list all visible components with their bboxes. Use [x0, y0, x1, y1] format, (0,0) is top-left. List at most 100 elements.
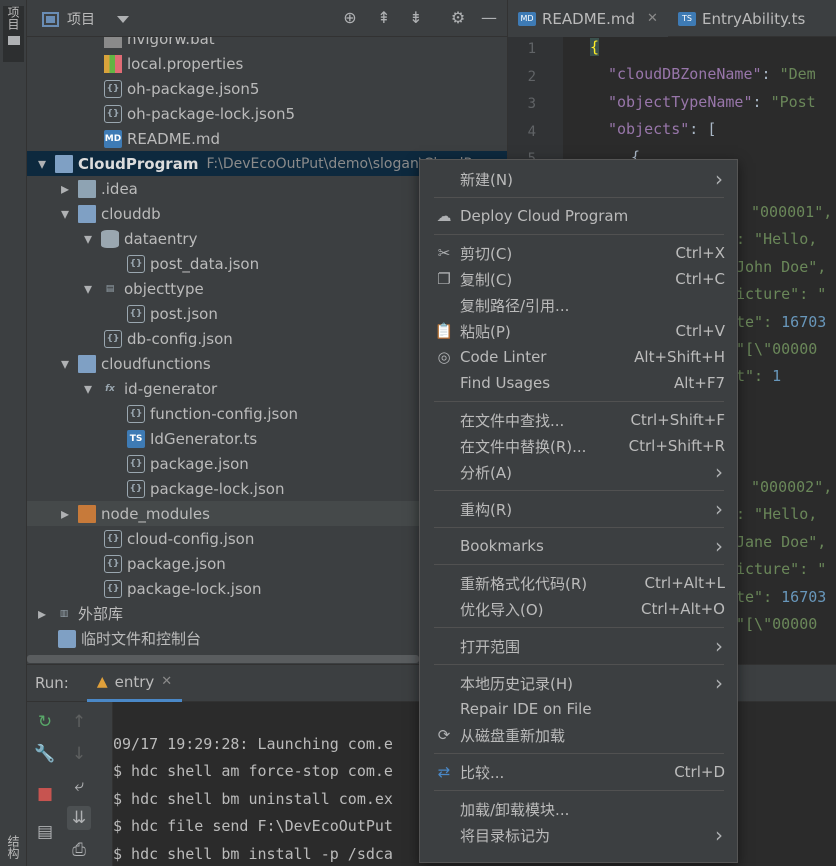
project-tool-tab[interactable]: 项目: [3, 6, 24, 62]
code-line: : "Hello,: [736, 230, 817, 248]
menu-item[interactable]: 优化导入(O) Ctrl+Alt+O: [420, 596, 737, 622]
excluded-folder-icon: [78, 504, 96, 523]
menu-item[interactable]: 加载/卸载模块...: [420, 796, 737, 822]
chevron-right-icon: ›: [715, 460, 723, 484]
library-icon: ▥: [59, 608, 69, 619]
folder-icon: [7, 36, 20, 45]
tree-node[interactable]: MD README.md: [27, 126, 507, 151]
settings-icon[interactable]: ⚙: [448, 8, 468, 28]
menu-item[interactable]: ✂ 剪切(C) Ctrl+X: [420, 240, 737, 266]
horizontal-scrollbar[interactable]: [27, 655, 419, 663]
tree-node-label: CloudProgram: [78, 154, 199, 173]
chevron-right-icon[interactable]: ▸: [58, 504, 72, 523]
rerun-icon[interactable]: ↻: [33, 710, 57, 734]
tab-readme-label: README.md: [542, 9, 636, 28]
soft-wrap-icon[interactable]: ⤶: [67, 774, 91, 798]
tree-node[interactable]: local.properties: [27, 51, 507, 76]
menu-item[interactable]: 复制路径/引用...: [420, 292, 737, 318]
expand-all-icon[interactable]: ⇞: [374, 8, 394, 28]
tree-node-label: dataentry: [124, 229, 198, 248]
chevron-down-icon: [117, 15, 129, 23]
chevron-right-icon: ›: [715, 823, 723, 847]
print-icon[interactable]: ⎙: [67, 838, 91, 862]
menu-separator: [434, 664, 724, 665]
tree-node-label: 临时文件和控制台: [81, 630, 202, 648]
menu-item[interactable]: ◎ Code Linter Alt+Shift+H: [420, 344, 737, 370]
code-line: {: [590, 38, 600, 56]
reload-icon: ⟳: [437, 726, 451, 744]
chevron-right-icon: ›: [715, 497, 723, 521]
left-tool-strip: 项目 结构: [0, 0, 27, 866]
up-icon[interactable]: ↑: [67, 710, 91, 734]
menu-item-label: Bookmarks: [460, 537, 544, 555]
editor-tab-bar: MD README.md ✕ TS EntryAbility.ts: [508, 0, 836, 37]
hide-icon[interactable]: —: [479, 8, 499, 28]
tab-entryability[interactable]: TS EntryAbility.ts: [668, 0, 836, 37]
menu-item[interactable]: 将目录标记为 ›: [420, 822, 737, 848]
code-line: icture": ": [736, 285, 826, 303]
menu-item[interactable]: ☁ Deploy Cloud Program: [420, 203, 737, 229]
collapse-all-icon[interactable]: ⇟: [406, 8, 426, 28]
stop-icon[interactable]: ■: [33, 782, 57, 806]
chevron-right-icon[interactable]: ▸: [35, 604, 49, 623]
close-icon[interactable]: ✕: [161, 674, 172, 689]
tree-node-label: node_modules: [101, 504, 210, 523]
menu-item-label: 剪切(C): [460, 244, 513, 263]
menu-item[interactable]: ❐ 复制(C) Ctrl+C: [420, 266, 737, 292]
code-token: : "Hello,: [736, 505, 818, 523]
menu-item[interactable]: ⟳ 从磁盘重新加载: [420, 722, 737, 748]
menu-item[interactable]: 分析(A) ›: [420, 459, 737, 485]
code-token: {: [590, 38, 600, 56]
chevron-right-icon[interactable]: ▸: [58, 179, 72, 198]
chevron-down-icon[interactable]: ▾: [81, 229, 95, 248]
tree-node[interactable]: {} oh-package.json5: [27, 76, 507, 101]
chevron-down-icon[interactable]: ▾: [58, 354, 72, 373]
code-line: "cloudDBZoneName": "Dem: [608, 65, 816, 83]
chevron-down-icon[interactable]: ▾: [35, 154, 49, 173]
compare-icon: ⇄: [437, 763, 451, 781]
function-icon: fx: [105, 383, 115, 394]
close-icon[interactable]: ✕: [647, 11, 658, 26]
menu-item[interactable]: 在文件中查找... Ctrl+Shift+F: [420, 407, 737, 433]
tree-node-label: oh-package-lock.json5: [127, 104, 296, 123]
code-line: t": 1: [736, 367, 781, 385]
menu-item[interactable]: Repair IDE on File: [420, 696, 737, 722]
menu-separator: [434, 627, 724, 628]
layout-icon[interactable]: ▤: [33, 820, 57, 844]
project-view-selector[interactable]: 项目: [42, 9, 129, 29]
code-token: t":: [736, 367, 773, 385]
structure-tool-tab[interactable]: 结构: [3, 835, 24, 866]
menu-item[interactable]: 打开范围 ›: [420, 633, 737, 659]
menu-item[interactable]: 新建(N) ›: [420, 166, 737, 192]
run-tab-label: entry: [114, 672, 155, 691]
locate-icon[interactable]: ⊕: [340, 8, 360, 28]
line-number: 2: [527, 69, 536, 85]
tree-node-label: function-config.json: [150, 404, 299, 423]
scroll-to-end-icon[interactable]: ⇊: [67, 806, 91, 830]
menu-separator: [434, 401, 724, 402]
down-icon[interactable]: ↓: [67, 742, 91, 766]
menu-item[interactable]: 本地历史记录(H) ›: [420, 670, 737, 696]
menu-item-label: Find Usages: [460, 374, 551, 392]
code-line: "000001",: [751, 203, 832, 221]
console-line: $ hdc shell am force-stop com.e: [113, 762, 393, 780]
menu-item[interactable]: 在文件中替换(R)... Ctrl+Shift+R: [420, 433, 737, 459]
tree-node-label: post_data.json: [150, 254, 260, 273]
menu-item[interactable]: ⇄ 比较... Ctrl+D: [420, 759, 737, 785]
menu-item[interactable]: 重构(R) ›: [420, 496, 737, 522]
tree-node-label: cloud-config.json: [127, 529, 255, 548]
chevron-down-icon[interactable]: ▾: [58, 204, 72, 223]
chevron-down-icon[interactable]: ▾: [81, 379, 95, 398]
menu-item[interactable]: Find Usages Alt+F7: [420, 370, 737, 396]
run-tab-entry[interactable]: ▲ entry ✕: [86, 665, 183, 702]
wrench-icon[interactable]: 🔧: [33, 742, 57, 766]
tab-readme[interactable]: MD README.md ✕: [508, 0, 668, 37]
tree-node[interactable]: {} oh-package-lock.json5: [27, 101, 507, 126]
menu-item[interactable]: 重新格式化代码(R) Ctrl+Alt+L: [420, 570, 737, 596]
properties-file-icon: [104, 54, 122, 73]
menu-item[interactable]: 📋 粘贴(P) Ctrl+V: [420, 318, 737, 344]
project-panel-title: 项目: [67, 12, 95, 28]
chevron-down-icon[interactable]: ▾: [81, 279, 95, 298]
menu-item[interactable]: Bookmarks ›: [420, 533, 737, 559]
module-folder-icon: [78, 354, 96, 373]
